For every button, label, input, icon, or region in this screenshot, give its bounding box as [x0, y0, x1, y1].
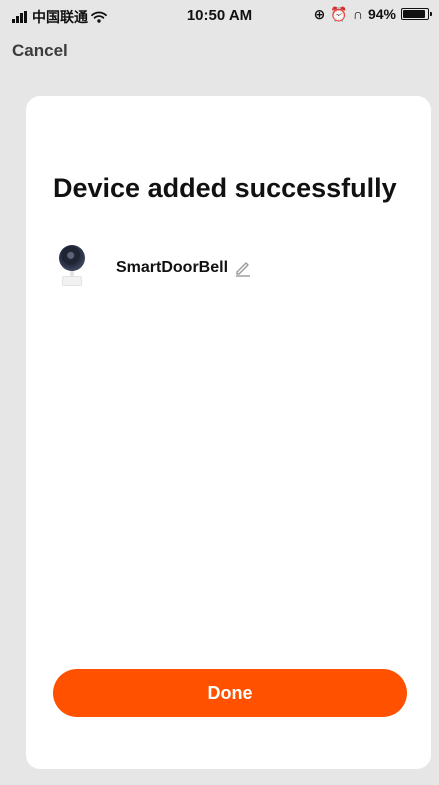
headphones-icon: ∩: [352, 6, 363, 22]
battery-icon: [401, 8, 432, 20]
alarm-icon: ⏰: [330, 6, 348, 22]
cancel-button[interactable]: Cancel: [12, 41, 68, 61]
done-button[interactable]: Done: [53, 669, 407, 717]
success-card: Device added successfully SmartDoorBell …: [26, 96, 431, 769]
device-name: SmartDoorBell: [116, 259, 229, 276]
device-row: SmartDoorBell: [50, 241, 252, 295]
camera-icon: [50, 241, 90, 295]
battery-fill: [403, 10, 425, 18]
status-bar-right: ⊕ ⏰ ∩ 94%: [313, 6, 432, 22]
lock-rotation-icon: ⊕: [313, 6, 326, 22]
status-bar: 中国联通 10:50 AM ⊕ ⏰ ∩ 94%: [0, 0, 439, 32]
battery-percentage: 94%: [367, 6, 396, 22]
pencil-icon[interactable]: [234, 259, 252, 277]
page-title: Device added successfully: [53, 173, 397, 203]
